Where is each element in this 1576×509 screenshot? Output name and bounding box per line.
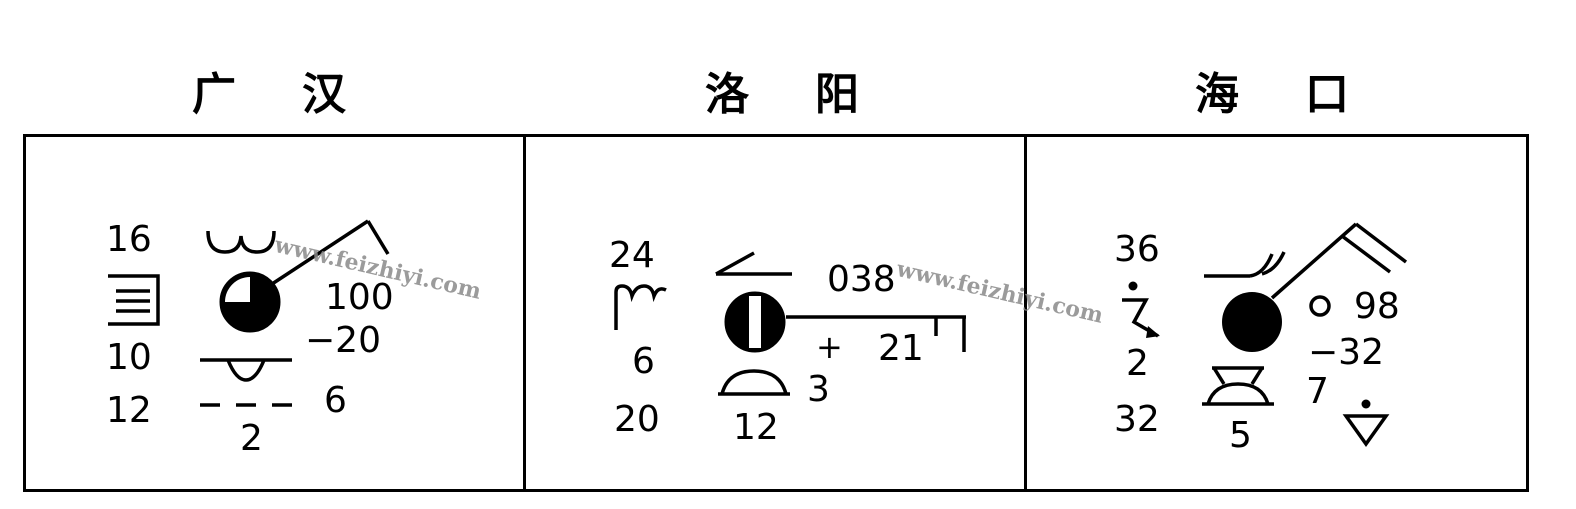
cumulus-icon: [718, 369, 790, 396]
past-weather-value: 6: [324, 380, 347, 421]
thunder-icon: [614, 284, 667, 330]
visibility-value: 10: [106, 337, 152, 378]
panel-divider: [1024, 134, 1027, 492]
station-title-char: 海: [1195, 69, 1239, 120]
shower-icon: [1342, 399, 1390, 448]
past-weather-value: 7: [1306, 371, 1329, 412]
temperature-value: 16: [106, 219, 152, 260]
low-cloud-height-value: 12: [733, 407, 779, 448]
station-title-char: 广: [192, 69, 236, 120]
stratocumulus-icon: [200, 358, 292, 382]
wind-barb-icon: [1270, 222, 1408, 300]
past-weather-value: 3: [807, 369, 830, 410]
station-title-luoyang: 洛阳: [705, 58, 859, 122]
cumulonimbus-icon: [1202, 366, 1274, 406]
temperature-value: 36: [1114, 229, 1160, 270]
dew-point-value: 12: [106, 390, 152, 431]
altostratus-icon: [715, 251, 792, 276]
station-title-char: 洛: [705, 69, 749, 120]
dew-point-value: 20: [614, 399, 660, 440]
altocumulus-icon: [206, 230, 276, 254]
station-title-guanghan: 广汉: [192, 58, 346, 122]
wind-barb-icon: [786, 315, 966, 352]
station-title-haikou: 海口: [1195, 58, 1349, 122]
low-cloud-height-value: 5: [1229, 415, 1252, 456]
pressure-value: 038: [827, 259, 896, 300]
pressure-tendency-value: −32: [1308, 332, 1384, 373]
dashed-line-icon: [200, 403, 292, 407]
small-circle-icon: [1309, 295, 1331, 317]
pressure-tendency-value: −20: [305, 320, 381, 361]
visibility-value: 2: [1126, 343, 1149, 384]
thunderstorm-rain-icon: [1122, 281, 1160, 338]
fog-icon: [108, 274, 160, 326]
station-title-char: 口: [1305, 69, 1349, 120]
panel-divider: [523, 134, 526, 492]
low-cloud-height-value: 2: [240, 418, 263, 459]
cloud-cover-sky-obscured-icon: [724, 291, 786, 353]
station-title-char: 阳: [815, 69, 859, 120]
visibility-value: 6: [632, 341, 655, 382]
temperature-value: 24: [609, 235, 655, 276]
dew-point-value: 32: [1114, 399, 1160, 440]
station-title-char: 汉: [302, 69, 346, 120]
